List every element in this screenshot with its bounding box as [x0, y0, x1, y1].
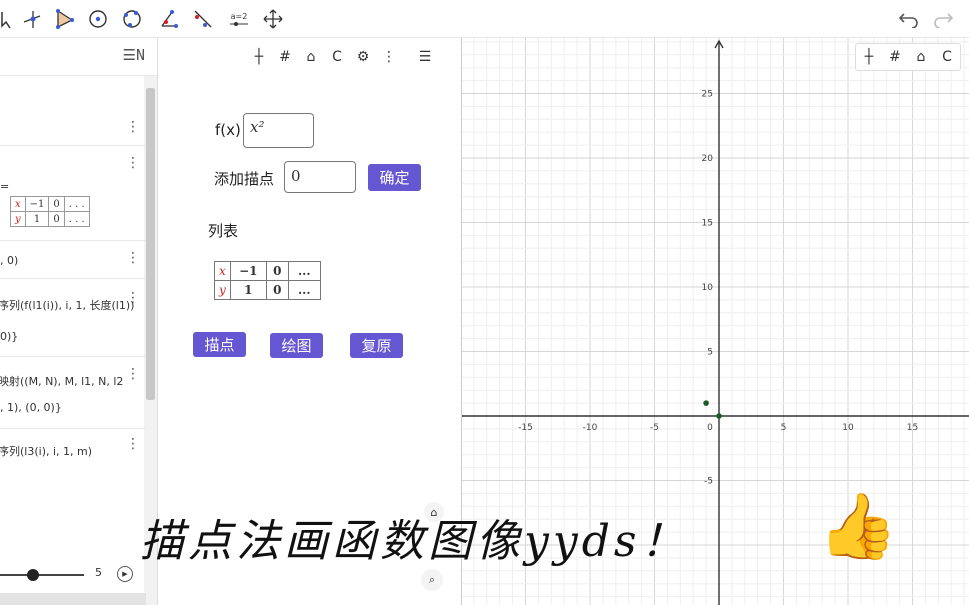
top-toolbar: a=2 [0, 0, 969, 38]
grid-icon[interactable]: # [882, 44, 908, 70]
row-menu-icon[interactable]: ⋮ [126, 156, 140, 170]
add-point-label: 添加描点 [214, 170, 275, 188]
y-tick-label: 10 [702, 283, 714, 293]
algebra-table: x −1 0. . . y10. . . [10, 196, 90, 227]
x-tick-label: -5 [650, 423, 659, 433]
list-label: 列表 [208, 222, 239, 240]
x-tick-label: 15 [907, 423, 918, 433]
slider-row: 5 ▶ [0, 560, 146, 590]
confirm-button[interactable]: 确定 [368, 164, 421, 191]
thumbs-up-emoji: 👍 [818, 490, 898, 564]
algebra-header: ☰N [0, 38, 157, 76]
point-capture-icon[interactable]: C [934, 44, 960, 70]
circle-center-icon[interactable] [83, 4, 113, 34]
slider-track[interactable] [0, 574, 84, 576]
algebra-row[interactable]: 映射((M, N), M, l1, N, l2 , 1), (0, 0)} ⋮ [0, 357, 146, 429]
play-icon[interactable]: ▶ [117, 566, 133, 582]
x-tick-label: 0 [707, 423, 713, 433]
algebra-row[interactable]: ⋮ [0, 76, 146, 146]
redo-icon[interactable] [931, 8, 955, 30]
y-tick-label: 5 [707, 348, 713, 358]
slider-handle[interactable] [27, 569, 39, 581]
function-label: f(x) [215, 121, 241, 139]
row-menu-icon[interactable]: ⋮ [126, 120, 140, 134]
more-icon[interactable]: ⋮ [376, 44, 402, 70]
algebra-scrollbar[interactable] [146, 88, 155, 400]
grid-icon[interactable]: # [272, 44, 298, 70]
undo-icon[interactable] [897, 8, 921, 30]
home-icon[interactable]: ⌂ [298, 44, 324, 70]
view-menu-icon[interactable]: ☰ [412, 44, 438, 70]
move-view-icon[interactable] [258, 4, 288, 34]
x-tick-label: -10 [583, 423, 598, 433]
reset-button[interactable]: 复原 [350, 333, 403, 358]
y-tick-label: -5 [704, 477, 713, 487]
x-tick-label: 10 [842, 423, 854, 433]
y-tick-label: 25 [702, 90, 713, 100]
point-tool-icon[interactable] [17, 4, 47, 34]
zoom-icon[interactable]: ⌕ [421, 569, 443, 591]
plotted-point [716, 413, 722, 419]
algebra-row[interactable]: , 0) ⋮ [0, 241, 146, 279]
graph-style-bar: ┼ # ⌂ C [855, 43, 961, 71]
sort-icon[interactable]: ☰N [123, 46, 145, 64]
undo-redo-group [897, 8, 955, 30]
slider-value: 5 [95, 566, 102, 579]
x-tick-label: -15 [518, 423, 533, 433]
gear-icon[interactable]: ⚙ [350, 44, 376, 70]
add-point-input[interactable]: 0 [284, 161, 356, 193]
home-icon[interactable]: ⌂ [908, 44, 934, 70]
video-caption: 描点法画函数图像yyds！ [140, 516, 689, 567]
row-menu-icon[interactable]: ⋮ [126, 291, 140, 305]
point-capture-icon[interactable]: C [324, 44, 350, 70]
algebra-panel: ☰N ⋮ = ⋮ x −1 0. . . y10. . . , 0) ⋮ 序列(f(… [0, 38, 158, 605]
algebra-row[interactable]: 序列(l3(i), i, 1, m) ⋮ [0, 429, 146, 529]
x-tick-label: 5 [781, 423, 787, 433]
draw-graph-button[interactable]: 绘图 [270, 333, 323, 358]
angle-tool-icon[interactable] [154, 4, 184, 34]
axes-icon[interactable]: ┼ [856, 44, 882, 70]
plotted-point [703, 400, 709, 406]
axes-icon[interactable]: ┼ [246, 44, 272, 70]
reflect-tool-icon[interactable] [188, 4, 218, 34]
horizontal-scrollbar[interactable] [0, 593, 146, 605]
function-input[interactable]: x² [243, 113, 314, 148]
polygon-tool-icon[interactable] [49, 4, 79, 34]
circle-three-points-icon[interactable] [117, 4, 147, 34]
plot-points-button[interactable]: 描点 [193, 332, 246, 357]
style-bar: ┼ # ⌂ C ⚙ ⋮ ☰ [246, 42, 456, 72]
slider-tool-icon[interactable]: a=2 [224, 4, 254, 34]
row-menu-icon[interactable]: ⋮ [126, 251, 140, 265]
list-table: x −1 0... y 1 0... [214, 261, 321, 300]
row-menu-icon[interactable]: ⋮ [126, 367, 140, 381]
algebra-row[interactable]: 序列(f(l1(i)), i, 1, 长度(l1)) 0)} ⋮ [0, 279, 146, 357]
y-tick-label: 20 [702, 154, 714, 164]
row-menu-icon[interactable]: ⋮ [126, 437, 140, 451]
y-tick-label: 15 [702, 219, 713, 229]
